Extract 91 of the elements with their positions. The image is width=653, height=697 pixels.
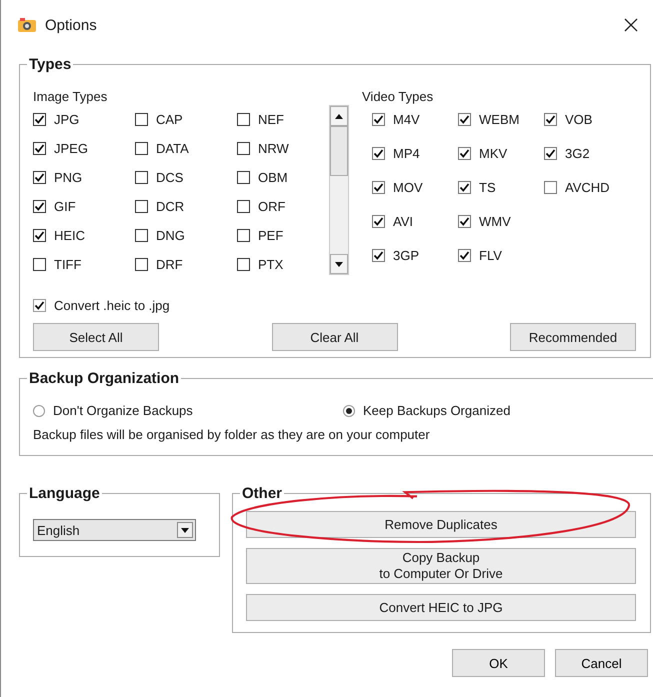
checkbox-label[interactable]: OBM <box>258 170 288 185</box>
checkbox-label[interactable]: JPEG <box>54 141 88 156</box>
checkbox-label[interactable]: WEBM <box>479 112 520 127</box>
radio-label[interactable]: Don't Organize Backups <box>53 403 193 418</box>
checkbox[interactable] <box>135 229 148 242</box>
checkbox[interactable] <box>458 215 471 228</box>
window-title: Options <box>45 16 97 34</box>
group-title: Backup Organization <box>28 370 180 387</box>
dialog-button[interactable]: OK <box>452 649 545 677</box>
checkbox[interactable] <box>237 113 250 126</box>
checkbox[interactable] <box>458 181 471 194</box>
checkbox[interactable] <box>458 249 471 262</box>
checkbox-label[interactable]: 3G2 <box>565 146 590 161</box>
action-button[interactable]: Clear All <box>272 323 398 351</box>
checkbox-label[interactable]: PNG <box>54 170 82 185</box>
checkbox-label[interactable]: TIFF <box>54 257 82 272</box>
checkbox[interactable] <box>135 258 148 271</box>
scrollbar[interactable] <box>329 105 349 275</box>
checkbox-label[interactable]: DNG <box>156 228 185 243</box>
down-arrow-icon[interactable] <box>335 262 343 266</box>
checkbox[interactable] <box>544 181 557 194</box>
checkbox-label[interactable]: MP4 <box>393 146 420 161</box>
checkbox[interactable] <box>372 215 385 228</box>
checkbox-label[interactable]: M4V <box>393 112 420 127</box>
checkbox[interactable] <box>237 142 250 155</box>
checkbox-label[interactable]: DCS <box>156 170 184 185</box>
checkbox[interactable] <box>33 258 46 271</box>
checkbox-label[interactable]: JPG <box>54 112 80 127</box>
group-title: Types <box>28 56 72 73</box>
action-button[interactable]: Convert HEIC to JPG <box>246 594 636 621</box>
action-button[interactable]: Copy Backup to Computer Or Drive <box>246 548 636 584</box>
section-label: Image Types <box>33 89 108 104</box>
checkbox-label[interactable]: CAP <box>156 112 183 127</box>
checkbox[interactable] <box>237 200 250 213</box>
radio-button[interactable] <box>33 404 45 416</box>
dropdown-arrow-icon[interactable] <box>181 528 189 532</box>
checkbox-label[interactable]: PEF <box>258 228 284 243</box>
checkbox[interactable] <box>33 229 46 242</box>
checkbox[interactable] <box>135 113 148 126</box>
group-title: Other <box>241 485 284 502</box>
checkbox[interactable] <box>135 200 148 213</box>
action-button[interactable]: Recommended <box>510 323 636 351</box>
checkbox-label[interactable]: NRW <box>258 141 289 156</box>
group-title: Language <box>28 485 101 502</box>
checkbox[interactable] <box>135 142 148 155</box>
checkbox-label[interactable]: VOB <box>565 112 592 127</box>
checkbox-label[interactable]: FLV <box>479 248 502 263</box>
note-text: Backup files will be organised by folder as they are on your computer <box>33 427 430 442</box>
checkbox-label[interactable]: 3GP <box>393 248 420 263</box>
dialog-button[interactable]: Cancel <box>555 649 648 677</box>
checkbox[interactable] <box>544 113 557 126</box>
checkbox-label[interactable]: WMV <box>479 214 511 229</box>
radio-button[interactable] <box>343 404 355 416</box>
checkbox[interactable] <box>372 181 385 194</box>
checkbox-label[interactable]: PTX <box>258 257 284 272</box>
checkbox-label[interactable]: NEF <box>258 112 284 127</box>
up-arrow-icon[interactable] <box>335 114 343 118</box>
checkbox-label[interactable]: DRF <box>156 257 183 272</box>
checkbox[interactable] <box>33 142 46 155</box>
checkbox-label[interactable]: DCR <box>156 199 184 214</box>
camera-icon <box>17 17 37 33</box>
close-icon[interactable] <box>624 18 638 32</box>
checkbox[interactable] <box>237 171 250 184</box>
checkbox[interactable] <box>544 147 557 160</box>
checkbox-label[interactable]: TS <box>479 180 496 195</box>
checkbox[interactable] <box>237 258 250 271</box>
checkbox[interactable] <box>237 229 250 242</box>
checkbox[interactable] <box>372 249 385 262</box>
checkbox[interactable] <box>372 113 385 126</box>
checkbox-label[interactable]: MOV <box>393 180 423 195</box>
checkbox[interactable] <box>33 200 46 213</box>
language-dropdown[interactable]: English <box>33 519 196 541</box>
checkbox-label[interactable]: DATA <box>156 141 189 156</box>
checkbox[interactable] <box>33 171 46 184</box>
checkbox-label[interactable]: GIF <box>54 199 76 214</box>
checkbox[interactable] <box>33 299 46 312</box>
checkbox[interactable] <box>372 147 385 160</box>
checkbox-label[interactable]: AVI <box>393 214 413 229</box>
checkbox[interactable] <box>33 113 46 126</box>
radio-label[interactable]: Keep Backups Organized <box>363 403 510 418</box>
checkbox[interactable] <box>458 113 471 126</box>
checkbox-label[interactable]: ORF <box>258 199 286 214</box>
section-label: Video Types <box>362 89 434 104</box>
checkbox[interactable] <box>458 147 471 160</box>
action-button[interactable]: Remove Duplicates <box>246 511 636 538</box>
checkbox-label[interactable]: MKV <box>479 146 508 161</box>
action-button[interactable]: Select All <box>33 323 159 351</box>
checkbox[interactable] <box>135 171 148 184</box>
checkbox-label[interactable]: Convert .heic to .jpg <box>54 298 170 313</box>
checkbox-label[interactable]: AVCHD <box>565 180 610 195</box>
checkbox-label[interactable]: HEIC <box>54 228 86 243</box>
